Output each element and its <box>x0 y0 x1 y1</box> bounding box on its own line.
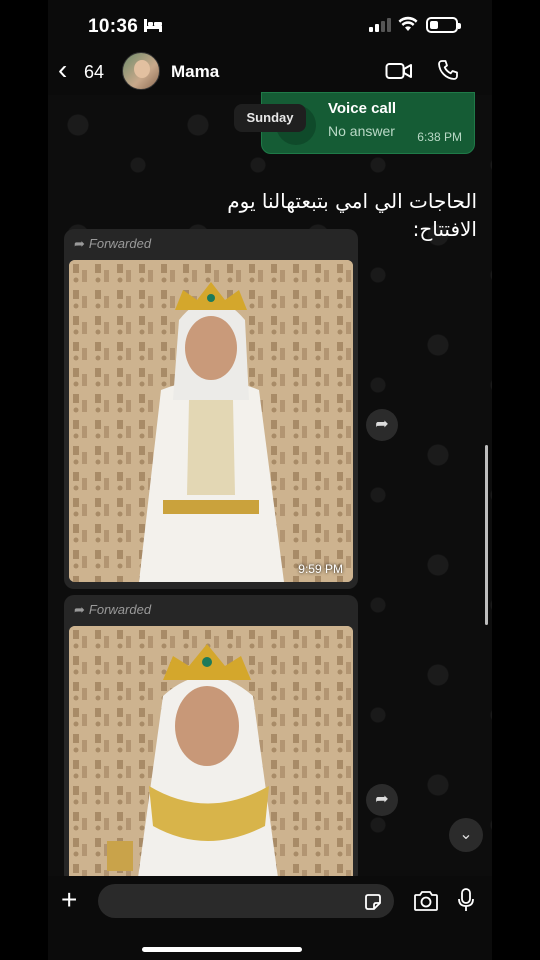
signal-icon <box>369 18 391 32</box>
chevron-down-icon[interactable]: ⌄ <box>449 818 483 852</box>
phone-icon[interactable] <box>437 59 459 81</box>
microphone-icon[interactable] <box>458 888 474 912</box>
voice-call-status: No answer <box>328 123 395 139</box>
sleep-focus-icon <box>144 19 162 32</box>
message-input[interactable] <box>98 884 394 918</box>
video-call-icon[interactable] <box>385 61 413 81</box>
image-message[interactable]: ➦ Forwarded 9:59 PM <box>64 229 358 589</box>
day-separator: Sunday <box>234 104 306 132</box>
message-time: 9:59 PM <box>298 562 343 576</box>
photo-image <box>69 626 353 885</box>
contact-name[interactable]: Mama <box>171 62 219 82</box>
status-bar: 10:36 <box>48 0 492 50</box>
battery-icon <box>426 17 461 33</box>
share-icon[interactable]: ➦ <box>366 409 398 441</box>
avatar[interactable] <box>122 52 160 90</box>
photo[interactable]: 9:59 PM <box>69 260 353 582</box>
photo[interactable] <box>69 626 353 885</box>
voice-call-title: Voice call <box>328 100 397 117</box>
status-time: 10:36 <box>88 16 139 37</box>
forward-arrow-icon: ➦ <box>74 602 85 617</box>
forwarded-text: Forwarded <box>88 602 152 617</box>
forwarded-text: Forwarded <box>88 236 152 251</box>
input-bar: + <box>48 876 492 926</box>
chat-header: ‹ 64 Mama <box>48 50 492 95</box>
forward-arrow-icon: ➦ <box>74 236 85 251</box>
chevron-left-icon[interactable]: ‹ <box>58 56 67 84</box>
forwarded-label: ➦ Forwarded <box>74 236 151 252</box>
plus-icon[interactable]: + <box>61 886 77 914</box>
scrollbar[interactable] <box>485 445 488 625</box>
chat-screen: 10:36 ‹ 64 Mama Voice call No answer 6:3… <box>48 0 492 960</box>
voice-call-time: 6:38 PM <box>417 130 462 144</box>
home-indicator[interactable] <box>142 947 302 952</box>
share-icon[interactable]: ➦ <box>366 784 398 816</box>
camera-icon[interactable] <box>413 891 439 911</box>
wifi-icon <box>398 16 418 31</box>
photo-image <box>69 260 353 582</box>
sticker-icon[interactable] <box>364 893 382 911</box>
forwarded-label: ➦ Forwarded <box>74 602 151 618</box>
image-message[interactable]: ➦ Forwarded <box>64 595 358 885</box>
back-unread-count[interactable]: 64 <box>84 62 104 83</box>
